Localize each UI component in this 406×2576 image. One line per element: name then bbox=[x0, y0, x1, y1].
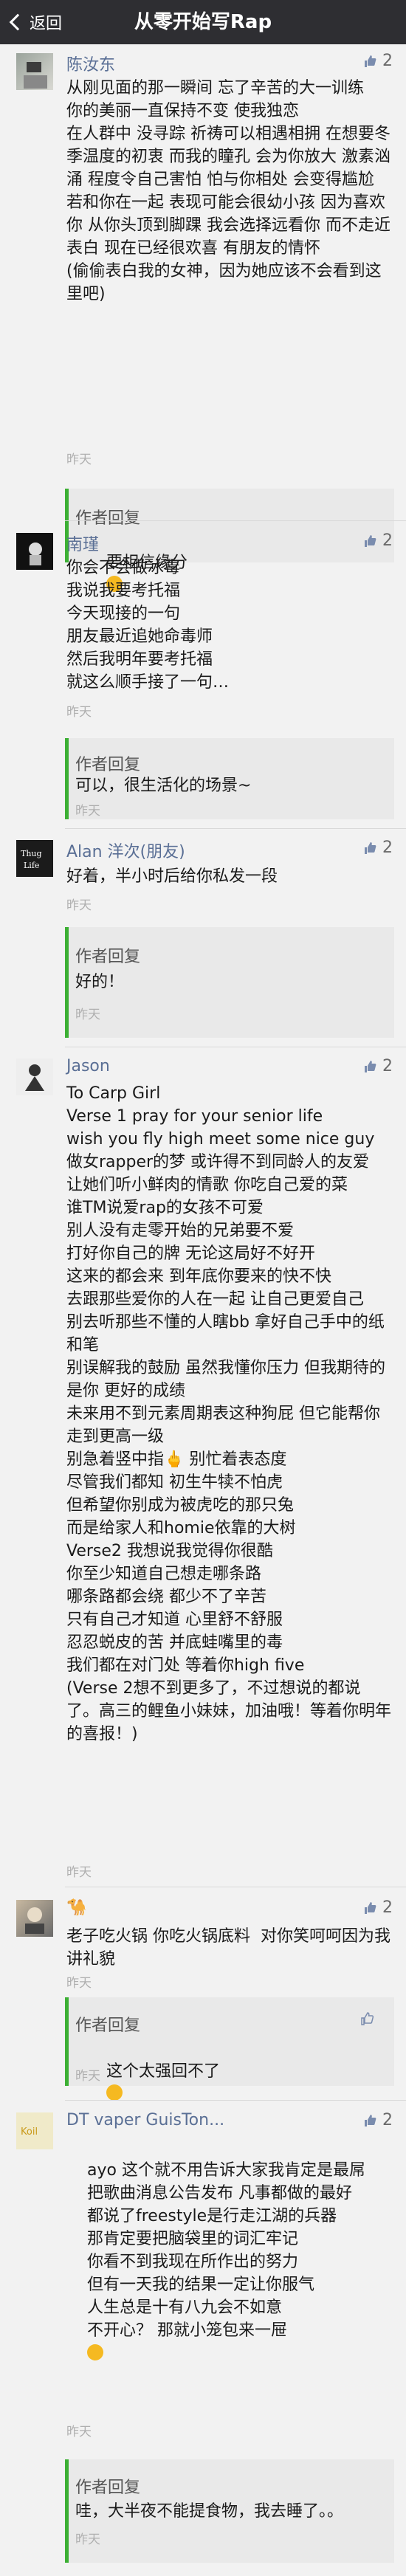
comment-text: 好着，半小时后给你私发一段 bbox=[66, 867, 278, 886]
comment-author[interactable]: 🐪 bbox=[66, 1898, 86, 1917]
comment-text-content: ayo 这个就不用告诉大家我肯定是最屌 把歌曲消息公告发布 凡事都做的最好 都说… bbox=[86, 2161, 365, 2340]
divider bbox=[65, 828, 406, 829]
author-reply: 作者回复 这个太强回不了 昨天 bbox=[65, 1997, 394, 2101]
page-title: 从零开始写Rap bbox=[134, 11, 272, 33]
like-count: 2 bbox=[382, 1898, 393, 1917]
reply-label: 作者回复 bbox=[75, 948, 141, 966]
comment-time: 昨天 bbox=[66, 898, 92, 913]
reply-text: 可以，很生活化的场景~ bbox=[75, 776, 252, 795]
comment-text: ayo 这个就不用告诉大家我肯定是最屌 把歌曲消息公告发布 凡事都做的最好 都说… bbox=[66, 2136, 391, 2388]
comment-author[interactable]: 陈汝东 bbox=[66, 52, 115, 75]
like-count: 2 bbox=[382, 1057, 393, 1075]
comment-item: 南瑾 2 你会不会做冰毒 我说我要考托福 今天现接的一句 朋友最近追她命毒师 然… bbox=[0, 526, 406, 821]
reply-text-content: 这个太强回不了 bbox=[106, 2062, 220, 2081]
comment-time: 昨天 bbox=[66, 1865, 92, 1880]
avatar[interactable] bbox=[16, 533, 53, 570]
comment-author[interactable]: 南瑾 bbox=[66, 531, 99, 555]
thumbs-up-icon bbox=[363, 534, 376, 548]
comment-author[interactable]: Jason bbox=[66, 1057, 110, 1075]
reply-accent-bar bbox=[65, 927, 69, 1038]
comment-item: 🐪 2 老子吃火锅 你吃火锅底料 对你笑呵呵因为我讲礼貌 昨天 作者回复 这个太… bbox=[0, 1893, 406, 2101]
svg-text:Koil: Koil bbox=[21, 2126, 38, 2138]
thumbs-up-icon bbox=[363, 1060, 376, 1073]
author-reply: 作者回复 可以，很生活化的场景~ 昨天 bbox=[65, 738, 394, 819]
avatar[interactable] bbox=[16, 1058, 53, 1095]
comment-text: 老子吃火锅 你吃火锅底料 对你笑呵呵因为我讲礼貌 bbox=[66, 1927, 390, 1969]
comment-item: Jason 2 To Carp Girl Verse 1 pray for yo… bbox=[0, 1051, 406, 1900]
thumbs-up-icon bbox=[363, 55, 376, 68]
comment-time: 昨天 bbox=[66, 452, 92, 467]
top-navbar: 返回 从零开始写Rap bbox=[0, 0, 406, 44]
reply-accent-bar bbox=[65, 2459, 69, 2563]
comment-item: Koil DT vaper GuisTon... 2 ayo 这个就不用告诉大家… bbox=[0, 2105, 406, 2570]
comment-text: 你会不会做冰毒 我说我要考托福 今天现接的一句 朋友最近追她命毒师 然后我明年要… bbox=[66, 559, 230, 692]
smile-emoji-icon bbox=[106, 2084, 123, 2101]
comment-time: 昨天 bbox=[66, 2425, 92, 2439]
reply-time: 昨天 bbox=[75, 804, 100, 819]
comment-item: Thug Life Alan 洋次(朋友) 2 好着，半小时后给你私发一段 昨天 … bbox=[0, 833, 406, 1039]
thumbs-up-outline-icon bbox=[360, 2012, 374, 2025]
author-reply: 作者回复 哇，大半夜不能提食物，我去睡了。。 昨天 bbox=[65, 2459, 394, 2563]
avatar[interactable]: Thug Life bbox=[16, 840, 53, 877]
reply-like-button[interactable] bbox=[360, 2012, 379, 2025]
reply-accent-bar bbox=[65, 1997, 69, 2086]
divider bbox=[65, 520, 406, 521]
reply-label: 作者回复 bbox=[75, 2479, 141, 2497]
like-button[interactable]: 2 bbox=[363, 52, 393, 70]
comment-text: To Carp Girl Verse 1 pray for your senio… bbox=[66, 1084, 391, 1743]
like-button[interactable]: 2 bbox=[363, 838, 393, 857]
thumbs-up-icon bbox=[363, 1901, 376, 1915]
svg-text:Life: Life bbox=[24, 861, 39, 870]
reply-text: 好的！ bbox=[75, 973, 125, 991]
avatar[interactable]: Koil bbox=[16, 2112, 53, 2149]
thumbs-up-icon bbox=[363, 2114, 376, 2127]
svg-text:Thug: Thug bbox=[21, 849, 42, 858]
reply-time: 昨天 bbox=[75, 2532, 100, 2547]
comment-item: 陈汝东 2 从刚见面的那一瞬间 忘了辛苦的大一训练 你的美丽一直保持不变 使我独… bbox=[0, 44, 406, 592]
reply-time: 昨天 bbox=[75, 2069, 100, 2084]
divider bbox=[65, 2100, 406, 2101]
like-button[interactable]: 2 bbox=[363, 531, 393, 550]
like-button[interactable]: 2 bbox=[363, 2111, 393, 2129]
comment-author[interactable]: DT vaper GuisTon... bbox=[66, 2111, 224, 2129]
reply-time: 昨天 bbox=[75, 1008, 100, 1022]
comment-text: 从刚见面的那一瞬间 忘了辛苦的大一训练 你的美丽一直保持不变 使我独恋 在人群中… bbox=[66, 79, 390, 303]
avatar[interactable] bbox=[16, 53, 53, 90]
reply-accent-bar bbox=[65, 738, 69, 819]
comment-author[interactable]: Alan 洋次(朋友) bbox=[66, 838, 185, 862]
like-count: 2 bbox=[382, 2111, 393, 2129]
smile-emoji-icon bbox=[86, 2344, 103, 2360]
author-reply: 作者回复 好的！ 昨天 bbox=[65, 927, 394, 1038]
like-count: 2 bbox=[382, 52, 393, 70]
like-count: 2 bbox=[382, 838, 393, 857]
thumbs-up-icon bbox=[363, 841, 376, 855]
like-count: 2 bbox=[382, 531, 393, 550]
comment-time: 昨天 bbox=[66, 705, 92, 720]
avatar[interactable] bbox=[16, 1900, 53, 1937]
like-button[interactable]: 2 bbox=[363, 1057, 393, 1075]
reply-label: 作者回复 bbox=[75, 756, 141, 774]
comment-time: 昨天 bbox=[66, 1976, 92, 1991]
reply-label: 作者回复 bbox=[75, 2017, 141, 2035]
like-button[interactable]: 2 bbox=[363, 1898, 393, 1917]
reply-text: 哇，大半夜不能提食物，我去睡了。。 bbox=[75, 2502, 344, 2521]
